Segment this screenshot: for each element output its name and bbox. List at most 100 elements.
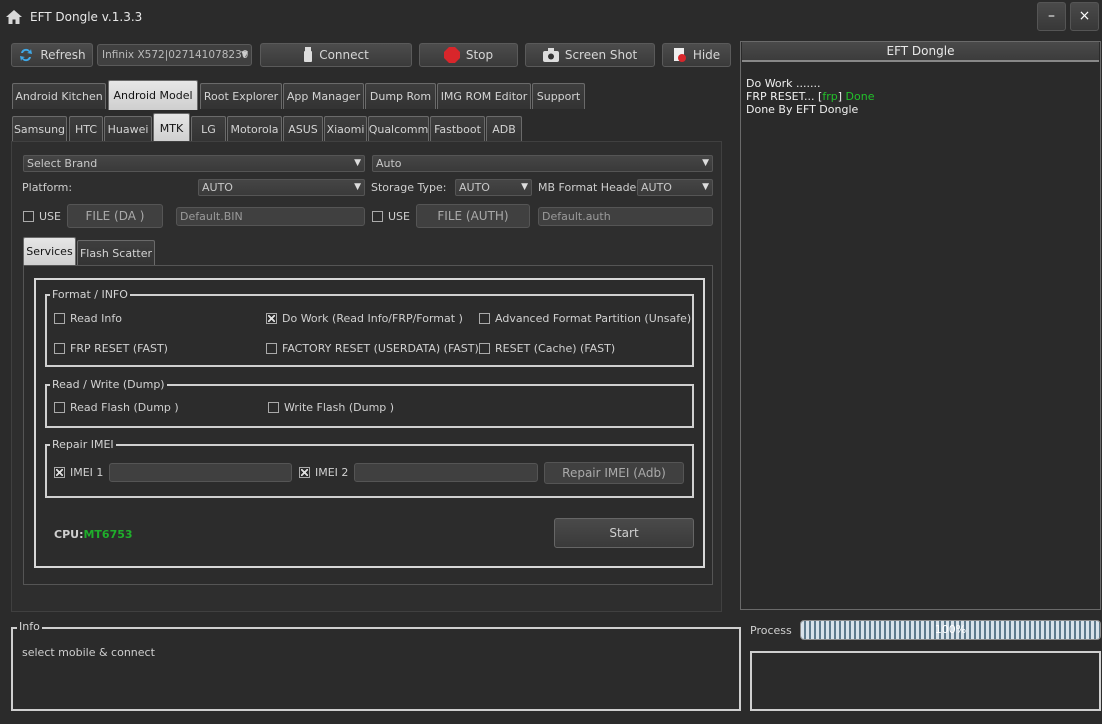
platform-select[interactable]: AUTO ▼ xyxy=(198,179,365,196)
stop-label: Stop xyxy=(465,48,494,62)
imei2-input[interactable] xyxy=(354,463,538,482)
cpu-info: CPU:MT6753 xyxy=(54,528,133,541)
log-panel xyxy=(740,41,1101,610)
use-auth-label: USE xyxy=(388,210,410,223)
read-info-checkbox[interactable] xyxy=(54,313,65,324)
use-da-checkbox[interactable] xyxy=(23,211,34,222)
tab-htc[interactable]: HTC xyxy=(69,116,103,142)
connect-label: Connect xyxy=(319,48,369,62)
file-auth-button[interactable]: FILE (AUTH) xyxy=(416,204,530,228)
write-flash-label: Write Flash (Dump ) xyxy=(284,401,395,414)
info-text: select mobile & connect xyxy=(22,646,155,659)
storage-type-label: Storage Type: xyxy=(371,181,447,194)
info-title: Info xyxy=(17,620,42,633)
app-title: EFT Dongle v.1.3.3 xyxy=(30,10,143,24)
tab-android-model[interactable]: Android Model xyxy=(108,80,198,110)
close-icon: × xyxy=(1078,8,1091,24)
platform-label: Platform: xyxy=(22,181,73,194)
connect-button[interactable]: Connect xyxy=(260,43,412,67)
file-da-button[interactable]: FILE (DA ) xyxy=(67,204,163,228)
close-button[interactable]: × xyxy=(1070,2,1099,31)
advanced-format-checkbox[interactable] xyxy=(479,313,490,324)
log-line-2: FRP RESET... [frp] Done xyxy=(746,90,875,103)
log-line-1: Do Work ....... xyxy=(746,77,821,90)
hide-icon xyxy=(673,48,686,62)
progress-bar: 100% xyxy=(800,620,1101,640)
chevron-down-icon: ▼ xyxy=(521,182,528,192)
factory-reset-checkbox[interactable] xyxy=(266,343,277,354)
screenshot-button[interactable]: Screen Shot xyxy=(525,43,655,67)
read-flash-checkbox[interactable] xyxy=(54,402,65,413)
stop-button[interactable]: Stop xyxy=(419,43,518,67)
tab-adb[interactable]: ADB xyxy=(486,116,522,142)
use-da-label: USE xyxy=(39,210,61,223)
chevron-down-icon: ▼ xyxy=(702,158,709,168)
tab-dump-rom[interactable]: Dump Rom xyxy=(365,83,436,109)
write-flash-checkbox[interactable] xyxy=(268,402,279,413)
log-header: EFT Dongle xyxy=(742,42,1099,62)
tab-app-manager[interactable]: App Manager xyxy=(283,83,364,109)
tab-samsung[interactable]: Samsung xyxy=(12,116,67,142)
tab-services[interactable]: Services xyxy=(23,237,76,265)
tab-fastboot[interactable]: Fastboot xyxy=(430,116,485,142)
reset-cache-checkbox[interactable] xyxy=(479,343,490,354)
tab-support[interactable]: Support xyxy=(532,83,585,109)
minimize-icon: – xyxy=(1048,8,1055,24)
tab-xiaomi[interactable]: Xiaomi xyxy=(324,116,367,142)
tab-flash-scatter[interactable]: Flash Scatter xyxy=(77,240,155,266)
use-auth-checkbox[interactable] xyxy=(372,211,383,222)
read-flash-label: Read Flash (Dump ) xyxy=(70,401,179,414)
auth-file-field[interactable]: Default.auth xyxy=(538,207,713,226)
brand-select[interactable]: Select Brand ▼ xyxy=(23,155,365,172)
hide-button[interactable]: Hide xyxy=(662,43,731,67)
do-work-checkbox[interactable] xyxy=(266,313,277,324)
tab-root-explorer[interactable]: Root Explorer xyxy=(200,83,282,109)
tab-huawei[interactable]: Huawei xyxy=(104,116,152,142)
mb-format-label: MB Format Header xyxy=(538,181,641,194)
minimize-button[interactable]: – xyxy=(1037,2,1066,31)
refresh-label: Refresh xyxy=(40,48,86,62)
chevron-down-icon: ▼ xyxy=(702,182,709,192)
reset-cache-label: RESET (Cache) (FAST) xyxy=(495,342,616,355)
title-bar xyxy=(0,0,1102,36)
device-select[interactable]: Infinix X572|027141078230 ▼ xyxy=(97,44,252,66)
repair-imei-adb-button[interactable]: Repair IMEI (Adb) xyxy=(544,462,684,484)
format-info-title: Format / INFO xyxy=(50,288,130,301)
tab-motorola[interactable]: Motorola xyxy=(227,116,282,142)
imei1-checkbox[interactable] xyxy=(54,467,65,478)
refresh-icon xyxy=(20,48,33,62)
cpu-value: MT6753 xyxy=(83,528,133,541)
frp-reset-checkbox[interactable] xyxy=(54,343,65,354)
tab-android-kitchen[interactable]: Android Kitchen xyxy=(12,83,106,109)
refresh-button[interactable]: Refresh xyxy=(11,43,93,67)
log-line-3: Done By EFT Dongle xyxy=(746,103,859,116)
imei2-checkbox[interactable] xyxy=(299,467,310,478)
storage-type-select[interactable]: AUTO ▼ xyxy=(455,179,532,196)
camera-icon xyxy=(542,48,559,62)
imei1-input[interactable] xyxy=(109,463,292,482)
tab-qualcomm[interactable]: Qualcomm xyxy=(368,116,429,142)
usb-icon xyxy=(304,47,313,62)
tab-lg[interactable]: LG xyxy=(191,116,226,142)
imei1-label: IMEI 1 xyxy=(70,466,104,479)
progress-percent: 100% xyxy=(934,623,967,636)
advanced-format-label: Advanced Format Partition (Unsafe) xyxy=(495,312,692,325)
read-info-label: Read Info xyxy=(70,312,122,325)
start-button[interactable]: Start xyxy=(554,518,694,548)
screenshot-label: Screen Shot xyxy=(564,48,638,62)
da-file-field[interactable]: Default.BIN xyxy=(176,207,365,226)
chevron-down-icon: ▼ xyxy=(241,50,248,60)
home-icon xyxy=(6,10,22,24)
chevron-down-icon: ▼ xyxy=(354,158,361,168)
process-box xyxy=(750,651,1101,711)
process-label: Process xyxy=(750,624,792,637)
tab-mtk[interactable]: MTK xyxy=(153,113,190,142)
tab-img-rom-editor[interactable]: IMG ROM Editor xyxy=(437,83,531,109)
mb-format-select[interactable]: AUTO ▼ xyxy=(637,179,713,196)
chevron-down-icon: ▼ xyxy=(354,182,361,192)
do-work-label: Do Work (Read Info/FRP/Format ) xyxy=(282,312,463,325)
model-select[interactable]: Auto ▼ xyxy=(372,155,713,172)
tab-asus[interactable]: ASUS xyxy=(283,116,323,142)
cpu-label: CPU: xyxy=(54,528,84,541)
imei2-label: IMEI 2 xyxy=(315,466,349,479)
